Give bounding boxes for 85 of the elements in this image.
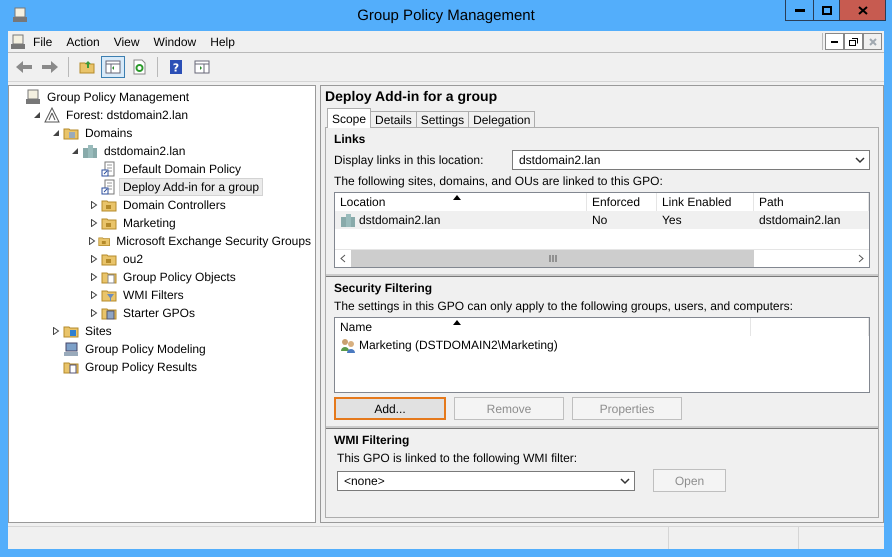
document-shortcut-icon [101,179,117,195]
tree-item[interactable]: dstdomain2.lan [100,142,190,160]
server-group-icon [340,212,356,228]
minimize-button[interactable] [825,33,844,50]
section-heading: Security Filtering [334,281,434,295]
expand-arrow-icon[interactable] [90,219,98,227]
refresh-icon [131,59,147,75]
expand-arrow-icon[interactable] [90,273,98,281]
scroll-right-icon[interactable] [858,254,864,263]
tree-item[interactable]: Deploy Add-in for a group [119,178,264,196]
tree-item[interactable]: Group Policy Management [43,88,194,106]
field-label: Display links in this location: [334,153,484,167]
restore-icon [849,38,858,46]
tree-item[interactable]: Forest: dstdomain2.lan [62,106,192,124]
close-icon [868,38,876,46]
tree-item[interactable]: ou2 [119,250,148,268]
table-cell: No [592,213,608,227]
maximize-icon [822,6,832,14]
expand-arrow-icon[interactable] [88,237,96,245]
list-caption: The following sites, domains, and OUs are linked to this GPO: [334,174,664,188]
section-heading: WMI Filtering [334,433,410,447]
tree-item[interactable]: Marketing [119,214,180,232]
tree-item[interactable]: Domain Controllers [119,196,230,214]
folder-icon [79,59,95,75]
collapse-arrow-icon[interactable] [33,111,41,119]
table-cell: Marketing (DSTDOMAIN2\Marketing) [359,338,558,352]
section-heading: Links [334,132,366,146]
menu-item[interactable]: Action [59,34,107,48]
list-row[interactable]: dstdomain2.lan No Yes dstdomain2.lan [335,211,869,229]
tree-item[interactable]: Group Policy Results [81,358,202,376]
grip-icon [548,255,556,262]
window-title: Group Policy Management [357,7,535,24]
document-shortcut-icon [101,161,117,177]
tree-item[interactable]: Starter GPOs [119,304,200,322]
forward-arrow-icon [41,59,59,75]
collapse-arrow-icon[interactable] [52,129,60,137]
tree-item[interactable]: Sites [81,322,116,340]
restore-button[interactable] [844,33,863,50]
tree-item[interactable]: Group Policy Modeling [81,340,210,358]
window-pane-icon [194,59,210,75]
triangle-icon [44,107,60,123]
menu-item[interactable]: Window [146,34,204,48]
list-caption: The settings in this GPO can only apply to the following groups, users, and computers: [334,299,794,313]
tab[interactable]: Delegation [468,111,536,128]
minimize-icon [794,8,804,12]
users-icon [340,337,356,353]
expand-arrow-icon[interactable] [90,309,98,317]
field-label: This GPO is linked to the following WMI filter: [336,451,578,465]
close-icon [858,6,868,14]
horizontal-scrollbar[interactable] [335,249,869,267]
pane-title: Deploy Add-in for a group [325,88,498,106]
push-button[interactable]: Add... [334,397,446,420]
tree-item[interactable]: Microsoft Exchange Security Groups [112,232,315,250]
tab[interactable]: Settings [416,111,470,128]
tree-item[interactable]: Group Policy Objects [119,268,240,286]
expand-arrow-icon[interactable] [52,327,60,335]
computer-icon [63,341,79,357]
minimize-icon [831,40,838,42]
window-pane-icon [105,59,121,75]
server-group-icon [82,143,98,159]
scroll-left-icon[interactable] [340,254,346,263]
expand-arrow-icon[interactable] [90,201,98,209]
tree-item[interactable]: Default Domain Policy [119,160,246,178]
wmi-filter-dropdown[interactable]: <none> [337,470,635,490]
sort-arrow-icon [453,195,461,200]
close-button[interactable] [839,0,886,21]
menu-item[interactable]: File [26,34,60,48]
expand-arrow-icon[interactable] [90,291,98,299]
toolbar-button[interactable] [101,56,125,78]
tab[interactable]: Scope [327,108,372,128]
tree-item[interactable]: Domains [81,124,136,142]
table-cell: dstdomain2.lan [359,213,440,227]
menu-item[interactable]: View [106,34,146,48]
table-cell: Yes [662,213,682,227]
tree-item[interactable]: WMI Filters [119,286,188,304]
sort-arrow-icon [453,320,461,325]
menu-item[interactable]: Help [203,34,242,48]
collapse-arrow-icon[interactable] [71,147,79,155]
minimize-button[interactable] [785,0,814,21]
help-icon: ? [168,59,184,75]
location-dropdown[interactable]: dstdomain2.lan [512,150,870,170]
expand-arrow-icon[interactable] [90,255,98,263]
table-cell: dstdomain2.lan [759,213,840,227]
back-arrow-icon [15,59,33,75]
toolbar-button[interactable]: ? [164,56,188,78]
